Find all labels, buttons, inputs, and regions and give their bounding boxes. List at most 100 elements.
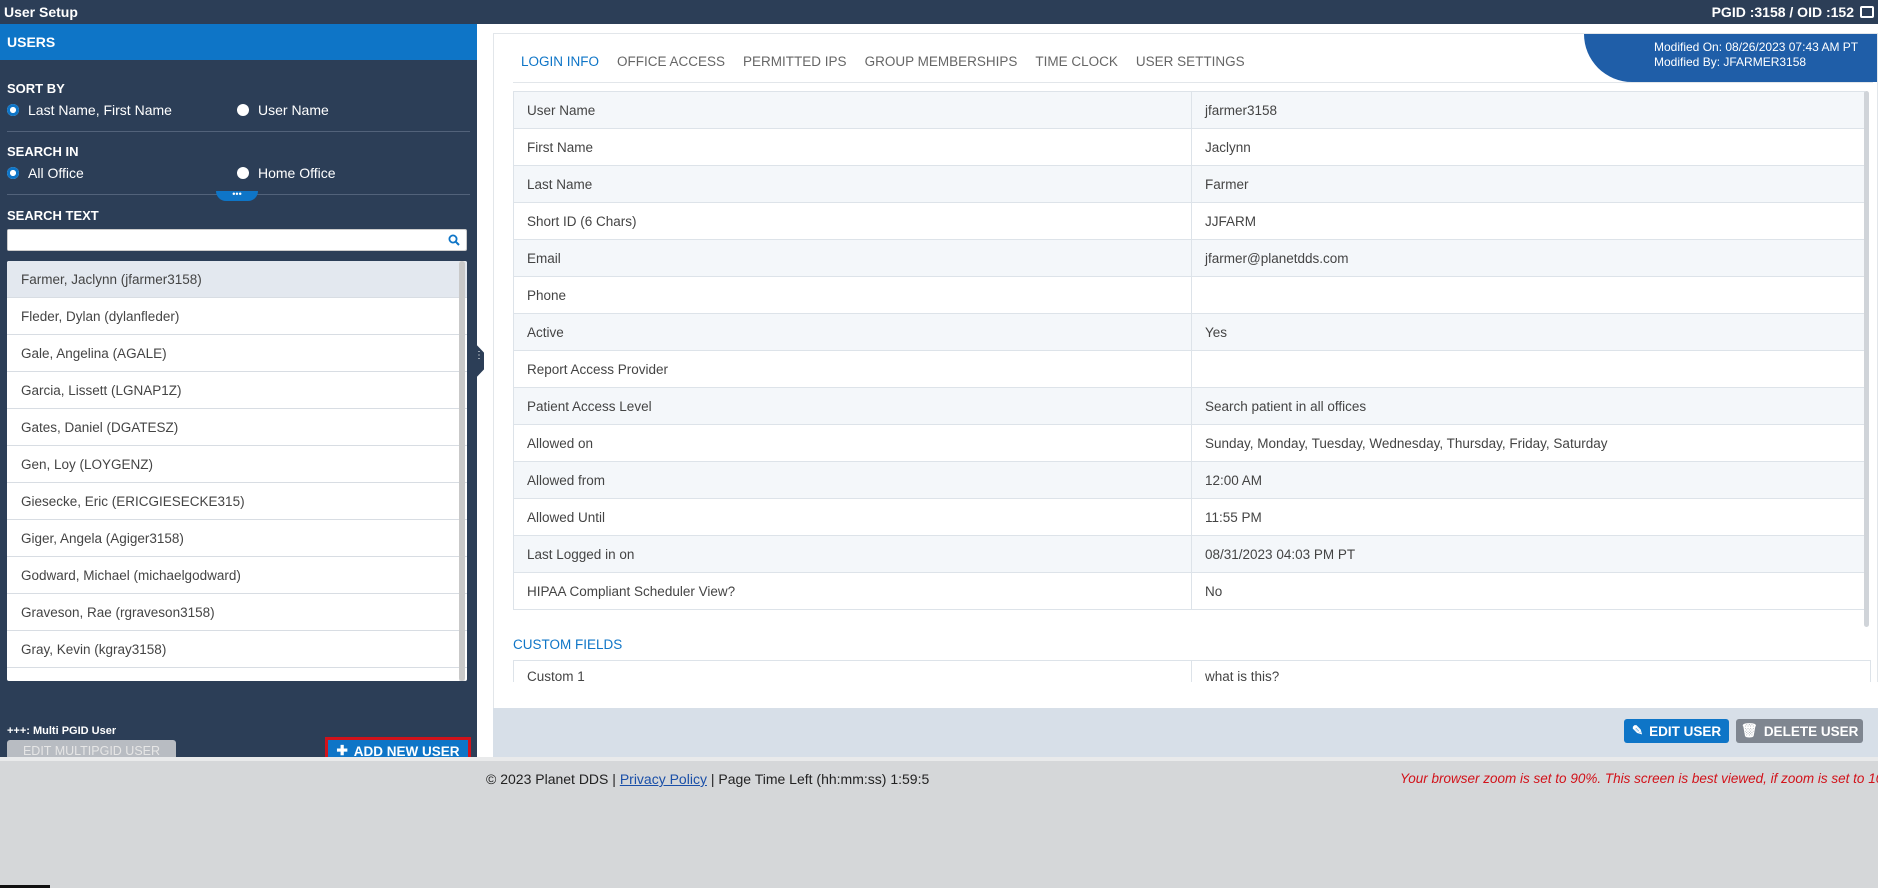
table-row: Phone [513, 276, 1865, 314]
radio-selected-icon [7, 167, 19, 179]
app-title: User Setup [4, 4, 78, 20]
user-detail-area: LOGIN INFO OFFICE ACCESS PERMITTED IPS G… [477, 24, 1878, 757]
sort-by-options: Last Name, First Name User Name [0, 102, 477, 118]
search-all-office-radio[interactable]: All Office [7, 165, 237, 181]
table-row: First Name Jaclynn [513, 128, 1865, 166]
field-value: jfarmer3158 [1191, 91, 1865, 129]
tabs-divider [513, 82, 1873, 83]
edit-user-label: EDIT USER [1649, 723, 1722, 739]
search-home-office-radio[interactable]: Home Office [237, 165, 467, 181]
field-label: Active [513, 313, 1192, 351]
collapse-filters-handle[interactable]: ••• [216, 190, 258, 201]
field-value: 12:00 AM [1191, 461, 1865, 499]
delete-user-label: DELETE USER [1763, 723, 1859, 739]
field-value [1191, 350, 1865, 388]
modified-by: Modified By: JFARMER3158 [1654, 55, 1807, 69]
radio-selected-icon [7, 104, 19, 116]
table-row: Allowed from 12:00 AM [513, 461, 1865, 499]
field-label: Allowed on [513, 424, 1192, 462]
list-scrollbar[interactable] [459, 261, 465, 681]
privacy-policy-link[interactable]: Privacy Policy [620, 771, 707, 787]
field-label: Report Access Provider [513, 350, 1192, 388]
table-row: HIPAA Compliant Scheduler View? No [513, 572, 1865, 610]
tab-time-clock[interactable]: TIME CLOCK [1035, 54, 1118, 69]
user-list-item[interactable]: Fleder, Dylan (dylanfleder) [7, 298, 467, 335]
radio-label: Last Name, First Name [28, 102, 172, 118]
tab-group-memberships[interactable]: GROUP MEMBERSHIPS [865, 54, 1018, 69]
radio-label: Home Office [258, 165, 336, 181]
field-value: Search patient in all offices [1191, 387, 1865, 425]
delete-user-button[interactable]: 🗑 DELETE USER [1736, 719, 1863, 743]
table-row: Last Name Farmer [513, 165, 1865, 203]
table-row: Last Logged in on 08/31/2023 04:03 PM PT [513, 535, 1865, 573]
printer-icon[interactable] [1860, 6, 1874, 18]
user-list-item[interactable]: Gates, Daniel (DGATESZ) [7, 409, 467, 446]
user-list-item[interactable]: Giger, Angela (Agiger3158) [7, 520, 467, 557]
table-row: Report Access Provider [513, 350, 1865, 388]
field-value: Jaclynn [1191, 128, 1865, 166]
user-list-item[interactable]: Godward, Michael (michaelgodward) [7, 557, 467, 594]
custom-fields-title: CUSTOM FIELDS [513, 637, 623, 652]
sort-by-label: SORT BY [7, 81, 65, 96]
pencil-icon: ✎ [1631, 723, 1644, 738]
page-time-left: | Page Time Left (hh:mm:ss) 1:59:5 [710, 771, 930, 787]
org-ids: PGID :3158 / OID :152 [1712, 4, 1874, 20]
sort-last-first-radio[interactable]: Last Name, First Name [7, 102, 237, 118]
field-value: Yes [1191, 313, 1865, 351]
field-label: Allowed Until [513, 498, 1192, 536]
field-label: First Name [513, 128, 1192, 166]
field-value: No [1191, 572, 1865, 610]
field-value: 11:55 PM [1191, 498, 1865, 536]
search-in-label: SEARCH IN [7, 144, 79, 159]
footer: © 2023 Planet DDS | Privacy Policy | Pag… [0, 757, 1878, 888]
user-list-item[interactable]: Farmer, Jaclynn (jfarmer3158) [7, 261, 467, 298]
user-list: Farmer, Jaclynn (jfarmer3158) Fleder, Dy… [7, 261, 467, 681]
field-value: JJFARM [1191, 202, 1865, 240]
field-label: Patient Access Level [513, 387, 1192, 425]
detail-tabs: LOGIN INFO OFFICE ACCESS PERMITTED IPS G… [521, 54, 1245, 69]
modified-on: Modified On: 08/26/2023 07:43 AM PT [1654, 40, 1859, 54]
field-label: Allowed from [513, 461, 1192, 499]
edit-user-button[interactable]: ✎ EDIT USER [1624, 719, 1729, 743]
tab-login-info[interactable]: LOGIN INFO [521, 54, 599, 69]
user-list-item[interactable]: Gale, Angelina (AGALE) [7, 335, 467, 372]
details-scrollbar[interactable] [1864, 91, 1869, 627]
table-row: Allowed on Sunday, Monday, Tuesday, Wedne… [513, 424, 1865, 462]
top-bar: User Setup PGID :3158 / OID :152 [0, 0, 1878, 24]
pgid-oid-label: PGID :3158 / OID :152 [1711, 4, 1854, 20]
user-list-item[interactable]: Garcia, Lissett (LGNAP1Z) [7, 372, 467, 409]
users-sidebar: USERS SORT BY Last Name, First Name User… [0, 24, 477, 765]
user-list-item[interactable]: Gray, Kevin (kgray3158) [7, 631, 467, 668]
search-icon[interactable] [448, 234, 460, 246]
field-label: Last Logged in on [513, 535, 1192, 573]
multi-pgid-legend: +++: Multi PGID User [7, 725, 117, 737]
footer-text: © 2023 Planet DDS | Privacy Policy | Pag… [486, 771, 929, 787]
tab-permitted-ips[interactable]: PERMITTED IPS [743, 54, 847, 69]
divider [7, 131, 470, 132]
field-label: User Name [513, 91, 1192, 129]
field-value: Farmer [1191, 165, 1865, 203]
action-bar: ✎ EDIT USER 🗑 DELETE USER [493, 708, 1878, 757]
radio-unselected-icon [237, 167, 249, 179]
search-input[interactable] [8, 230, 438, 250]
user-list-item[interactable]: Graveson, Rae (rgraveson3158) [7, 594, 467, 631]
field-value: jfarmer@planetdds.com [1191, 239, 1865, 277]
user-list-item[interactable]: Gen, Loy (LOYGENZ) [7, 446, 467, 483]
tab-user-settings[interactable]: USER SETTINGS [1136, 54, 1245, 69]
field-label: Phone [513, 276, 1192, 314]
user-detail-panel: LOGIN INFO OFFICE ACCESS PERMITTED IPS G… [493, 33, 1878, 718]
radio-unselected-icon [237, 104, 249, 116]
modified-info: Modified On: 08/26/2023 07:43 AM PT Modi… [1584, 34, 1877, 82]
radio-label: All Office [28, 165, 84, 181]
sort-username-radio[interactable]: User Name [237, 102, 467, 118]
tab-office-access[interactable]: OFFICE ACCESS [617, 54, 725, 69]
user-list-item[interactable]: Giesecke, Eric (ERICGIESECKE315) [7, 483, 467, 520]
table-row: Short ID (6 Chars) JJFARM [513, 202, 1865, 240]
search-text-label: SEARCH TEXT [7, 208, 99, 223]
field-label: Short ID (6 Chars) [513, 202, 1192, 240]
scroll-thumb[interactable] [459, 261, 465, 681]
trash-icon: 🗑 [1740, 723, 1758, 738]
radio-label: User Name [258, 102, 329, 118]
field-label: Last Name [513, 165, 1192, 203]
field-label: HIPAA Compliant Scheduler View? [513, 572, 1192, 610]
